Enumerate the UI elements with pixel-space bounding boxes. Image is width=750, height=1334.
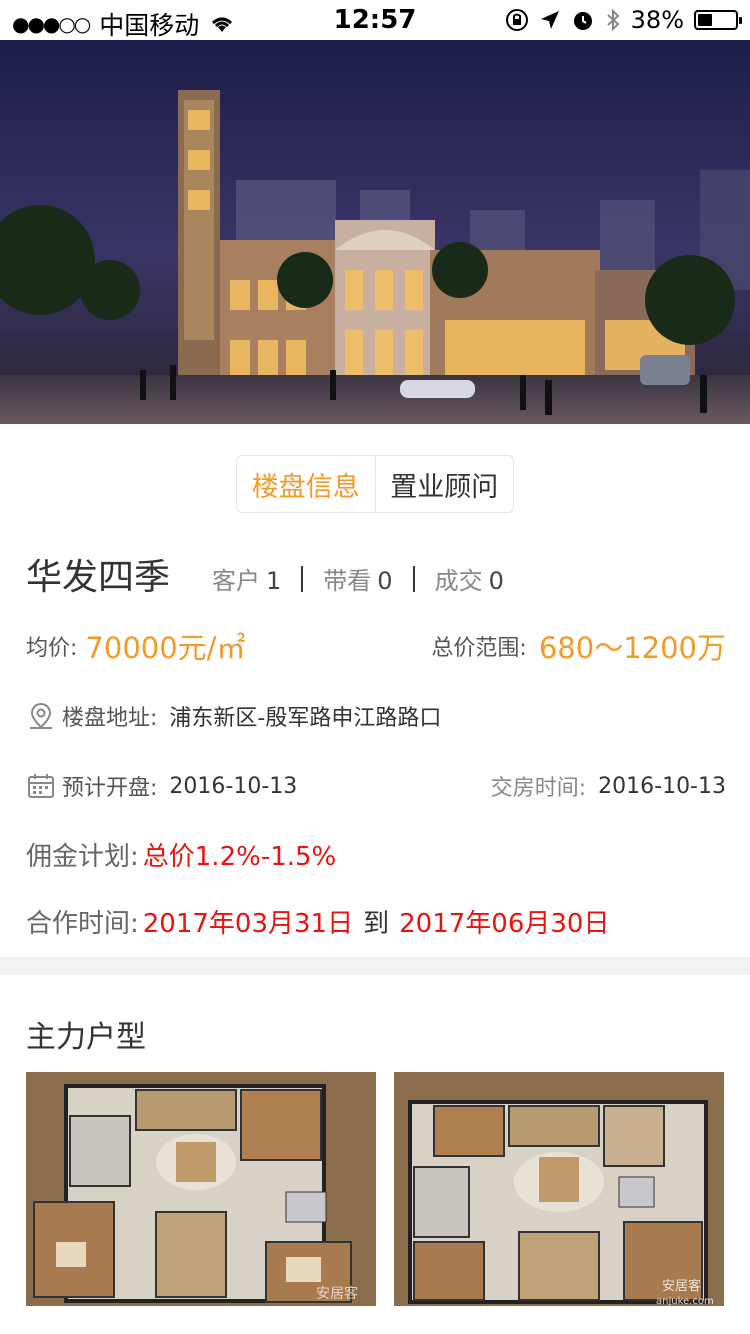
watermark-text: 安居客 — [316, 1285, 358, 1302]
status-bar: ●●●○○ 中国移动 12:57 38% — [0, 0, 750, 40]
tab-project-info[interactable]: 楼盘信息 — [237, 456, 376, 512]
cooperation-end: 2017年06月30日 — [399, 908, 610, 939]
segmented-tabs: 楼盘信息 置业顾问 — [236, 455, 514, 513]
address-label: 楼盘地址: — [62, 706, 158, 731]
commission-label: 佣金计划: — [26, 841, 139, 872]
open-date-label: 预计开盘: — [62, 776, 158, 801]
project-stats: 客户 1 带看 0 成交 0 — [212, 561, 504, 596]
avg-price-label: 均价: — [26, 636, 78, 661]
cooperation-connector: 到 — [363, 908, 390, 939]
project-header: 华发四季 客户 1 带看 0 成交 0 — [26, 548, 726, 598]
stat-customers: 客户 1 — [212, 561, 281, 596]
calendar-icon — [28, 774, 54, 798]
price-row: 均价: 70000元/㎡ 总价范围: 680～1200万 — [26, 622, 726, 670]
section-divider — [0, 957, 750, 975]
cooperation-start: 2017年03月31日 — [142, 908, 354, 939]
total-price-value: 680～1200万 — [538, 631, 726, 665]
stat-label: 客户 — [212, 567, 261, 595]
floorplan-image: 安居客 — [26, 1072, 376, 1306]
delivery-date-label: 交房时间: — [490, 776, 587, 801]
floorplan-list: 安居客 安居客 anjuke.com — [26, 1072, 724, 1306]
address-row: 楼盘地址: 浦东新区-殷军路申江路路口 — [26, 696, 726, 736]
cooperation-row: 合作时间: 2017年03月31日 到 2017年06月30日 — [26, 900, 726, 942]
building-rendering — [0, 40, 750, 424]
stat-value: 0 — [377, 567, 393, 595]
battery-percent: 38% — [630, 6, 684, 34]
watermark-text: 安居客 — [662, 1278, 701, 1294]
stat-deals: 成交 0 — [435, 561, 504, 596]
stat-label: 带看 — [323, 567, 372, 595]
hero-image[interactable] — [0, 40, 750, 424]
stat-divider — [301, 565, 304, 592]
main-floorplans-title: 主力户型 — [26, 1020, 146, 1055]
location-pin-icon — [30, 702, 52, 729]
commission-value: 总价1.2%-1.5% — [142, 841, 337, 872]
delivery-date-value: 2016-10-13 — [598, 773, 726, 799]
stat-value: 0 — [488, 567, 504, 595]
stat-value: 1 — [266, 567, 282, 595]
tab-sales-consultant[interactable]: 置业顾问 — [376, 456, 514, 512]
cooperation-label: 合作时间: — [26, 908, 139, 939]
project-name: 华发四季 — [26, 557, 171, 598]
dates-row: 预计开盘: 2016-10-13 交房时间: 2016-10-13 — [26, 766, 726, 806]
floorplan-image: 安居客 anjuke.com — [394, 1072, 724, 1306]
total-price-label: 总价范围: — [431, 636, 527, 661]
bluetooth-icon — [606, 8, 620, 32]
stat-divider — [412, 565, 415, 592]
battery-icon — [694, 10, 742, 30]
location-icon — [540, 11, 559, 29]
watermark-url: anjuke.com — [656, 1296, 714, 1306]
address-value: 浦东新区-殷军路申江路路口 — [169, 706, 442, 731]
rotation-lock-icon — [505, 9, 528, 31]
avg-price-value: 70000元/㎡ — [85, 631, 246, 665]
battery-fill — [698, 14, 712, 26]
stat-visits: 带看 0 — [323, 561, 392, 596]
floorplan-card[interactable]: 安居客 anjuke.com — [394, 1072, 724, 1306]
floorplan-card[interactable]: 安居客 — [26, 1072, 376, 1306]
commission-row: 佣金计划: 总价1.2%-1.5% — [26, 834, 726, 874]
open-date-value: 2016-10-13 — [169, 773, 298, 799]
stat-label: 成交 — [434, 567, 483, 595]
alarm-icon — [573, 12, 592, 30]
